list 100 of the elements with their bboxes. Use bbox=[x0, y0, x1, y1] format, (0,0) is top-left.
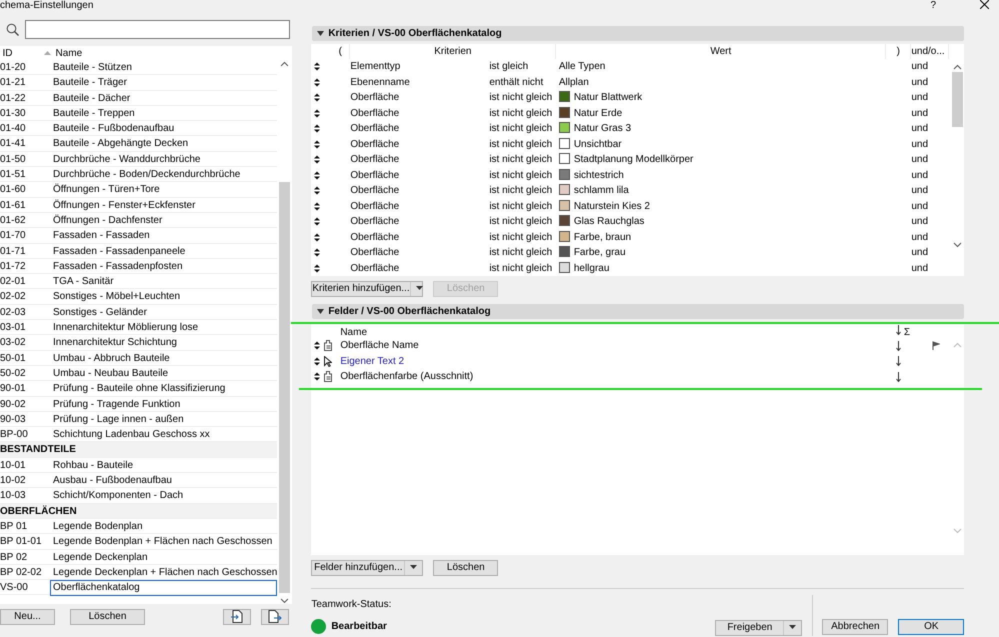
list-cell[interactable]: 02-03 bbox=[0, 304, 50, 320]
list-cell[interactable]: 01-41 bbox=[0, 136, 50, 152]
list-cell[interactable]: BP 02-02 bbox=[0, 564, 50, 580]
list-cell[interactable]: Bauteile - Abgehängte Decken bbox=[50, 136, 278, 152]
drag-handle-icon[interactable] bbox=[314, 155, 320, 164]
list-cell[interactable]: 01-22 bbox=[0, 90, 50, 106]
list-cell[interactable]: 03-01 bbox=[0, 320, 50, 336]
delete-button[interactable]: Löschen bbox=[70, 609, 145, 625]
list-cell[interactable]: Umbau - Abbruch Bauteile bbox=[50, 350, 278, 366]
list-cell[interactable]: 01-40 bbox=[0, 121, 50, 136]
flag-icon[interactable] bbox=[932, 341, 940, 350]
down-arrow-icon[interactable] bbox=[896, 372, 902, 382]
down-arrow-icon[interactable] bbox=[896, 340, 902, 351]
list-cell[interactable]: Bauteile - Stützen bbox=[50, 60, 278, 75]
list-cell[interactable]: 01-72 bbox=[0, 258, 50, 274]
drag-handle-icon[interactable] bbox=[314, 372, 320, 382]
list-cell[interactable]: Durchbrüche - Boden/Deckendurchbrüche bbox=[50, 167, 278, 182]
close-icon[interactable] bbox=[980, 0, 989, 9]
dropdown-button[interactable]: Felder hinzufügen... bbox=[311, 560, 424, 576]
drag-handle-icon[interactable] bbox=[314, 341, 320, 350]
down-arrow-icon[interactable] bbox=[896, 325, 902, 335]
list-cell[interactable]: BP 01-01 bbox=[0, 534, 50, 550]
list-cell[interactable]: Legende Bodenplan bbox=[50, 518, 278, 534]
help-button[interactable]: ? bbox=[930, 0, 936, 11]
list-cell[interactable]: 01-60 bbox=[0, 182, 50, 198]
list-cell[interactable]: Bauteile - Dächer bbox=[50, 90, 278, 106]
drag-handle-icon[interactable] bbox=[314, 62, 320, 72]
list-cell[interactable]: 90-01 bbox=[0, 381, 50, 396]
list-cell[interactable]: Prüfung - Bauteile ohne Klassifizierung bbox=[50, 381, 278, 396]
drag-handle-icon[interactable] bbox=[314, 202, 320, 211]
drag-handle-icon[interactable] bbox=[314, 124, 320, 134]
export-button[interactable] bbox=[261, 609, 290, 625]
column-header[interactable]: Σ bbox=[904, 325, 910, 340]
list-cell[interactable]: 01-70 bbox=[0, 228, 50, 244]
delete-button[interactable]: Löschen bbox=[433, 560, 498, 576]
drag-handle-icon[interactable] bbox=[314, 170, 320, 180]
dropdown-button[interactable]: Kriterien hinzufügen... bbox=[311, 281, 424, 297]
drag-handle-icon[interactable] bbox=[314, 232, 320, 242]
list-cell[interactable]: 03-02 bbox=[0, 335, 50, 350]
column-header[interactable]: Wert bbox=[556, 44, 886, 59]
list-cell[interactable]: 02-01 bbox=[0, 274, 50, 290]
list-cell[interactable]: 01-51 bbox=[0, 167, 50, 182]
drag-handle-icon[interactable] bbox=[314, 186, 320, 196]
list-cell[interactable]: Öffnungen - Dachfenster bbox=[50, 212, 278, 228]
list-cell[interactable]: Legende Deckenplan + Flächen nach Geschossen bbox=[50, 564, 278, 580]
list-cell[interactable]: 01-21 bbox=[0, 75, 50, 90]
ok-button[interactable]: OK bbox=[898, 618, 964, 634]
scroll-up-icon[interactable] bbox=[280, 61, 290, 67]
list-cell[interactable]: Durchbrüche - Wanddurchbrüche bbox=[50, 152, 278, 167]
column-header[interactable]: und/o... bbox=[911, 44, 950, 59]
dropdown-button[interactable]: Freigeben bbox=[715, 620, 802, 636]
drag-handle-icon[interactable] bbox=[314, 217, 320, 226]
list-cell[interactable]: VS-00 bbox=[0, 580, 50, 596]
drag-handle-icon[interactable] bbox=[314, 78, 320, 87]
down-arrow-icon[interactable] bbox=[896, 356, 902, 366]
list-cell[interactable]: Sonstiges - Möbel+Leuchten bbox=[50, 289, 278, 304]
list-cell[interactable]: 01-61 bbox=[0, 198, 50, 213]
list-cell[interactable]: 10-03 bbox=[0, 488, 50, 504]
list-cell[interactable]: 50-02 bbox=[0, 366, 50, 381]
list-cell[interactable]: Bauteile - Treppen bbox=[50, 106, 278, 121]
list-cell[interactable]: 01-20 bbox=[0, 60, 50, 75]
list-cell[interactable]: 01-71 bbox=[0, 244, 50, 259]
list-cell[interactable]: Prüfung - Lage innen - außen bbox=[50, 412, 278, 427]
list-cell[interactable]: 10-01 bbox=[0, 458, 50, 473]
scroll-down-icon[interactable] bbox=[952, 242, 962, 248]
list-cell[interactable]: Prüfung - Tragende Funktion bbox=[50, 396, 278, 412]
drag-handle-icon[interactable] bbox=[314, 93, 320, 102]
column-header[interactable]: Kriterien bbox=[350, 44, 556, 59]
list-cell[interactable]: BP-00 bbox=[0, 427, 50, 442]
list-cell[interactable]: Fassaden - Fassaden bbox=[50, 228, 278, 244]
drag-handle-icon[interactable] bbox=[314, 264, 320, 273]
scrollbar-thumb[interactable] bbox=[952, 72, 963, 127]
search-field[interactable] bbox=[25, 20, 290, 38]
list-cell[interactable]: 02-02 bbox=[0, 289, 50, 304]
column-header[interactable]: ( bbox=[331, 44, 350, 59]
scrollbar-thumb[interactable] bbox=[279, 182, 290, 594]
column-header[interactable]: Name bbox=[340, 325, 368, 340]
list-cell[interactable]: BP 02 bbox=[0, 550, 50, 564]
list-cell[interactable]: Ausbau - Fußbodenaufbau bbox=[50, 473, 278, 488]
list-cell[interactable]: Bauteile - Fußbodenaufbau bbox=[50, 121, 278, 136]
list-cell[interactable]: 01-50 bbox=[0, 152, 50, 167]
list-cell[interactable]: Oberflächenkatalog bbox=[50, 580, 278, 596]
section-header[interactable]: Felder / VS-00 Oberflächenkatalog bbox=[312, 304, 964, 319]
drag-handle-icon[interactable] bbox=[314, 108, 320, 118]
list-cell[interactable]: Schichtung Ladenbau Geschoss xx bbox=[50, 427, 278, 442]
column-header[interactable]: ID bbox=[0, 46, 44, 61]
list-cell[interactable]: Öffnungen - Türen+Tore bbox=[50, 182, 278, 198]
scroll-up-icon[interactable] bbox=[952, 64, 962, 70]
import-button[interactable] bbox=[223, 609, 252, 625]
list-cell[interactable]: 50-01 bbox=[0, 350, 50, 366]
drag-handle-icon[interactable] bbox=[314, 356, 320, 366]
list-cell[interactable]: 90-02 bbox=[0, 396, 50, 412]
drag-handle-icon[interactable] bbox=[314, 140, 320, 149]
list-cell[interactable]: TGA - Sanitär bbox=[50, 274, 278, 290]
list-cell[interactable]: Innenarchitektur Schichtung bbox=[50, 335, 278, 350]
list-cell[interactable]: Legende Bodenplan + Flächen nach Geschossen bbox=[50, 534, 278, 550]
list-cell[interactable]: BP 01 bbox=[0, 518, 50, 534]
list-cell[interactable]: Legende Deckenplan bbox=[50, 550, 278, 564]
list-cell[interactable]: Bauteile - Träger bbox=[50, 75, 278, 90]
drag-handle-icon[interactable] bbox=[314, 248, 320, 258]
